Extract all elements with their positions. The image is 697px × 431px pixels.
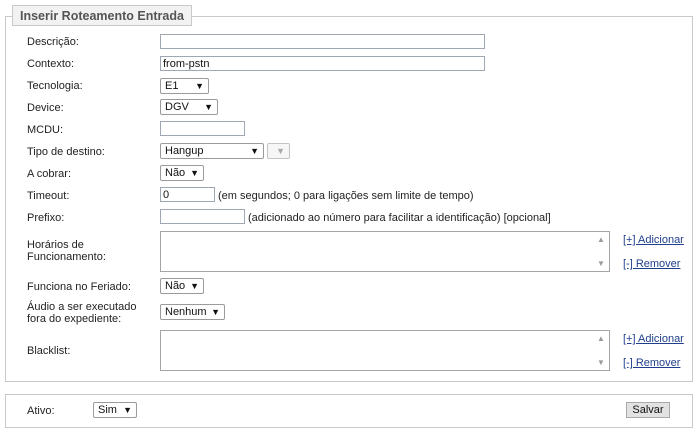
chevron-down-icon: ▼ [190, 281, 199, 291]
contexto-input[interactable] [160, 56, 485, 71]
chevron-down-icon: ▼ [204, 102, 213, 112]
scroll-up-icon[interactable]: ▲ [597, 334, 605, 343]
chevron-down-icon: ▼ [195, 81, 204, 91]
scroll-down-icon[interactable]: ▼ [597, 358, 605, 367]
form-title: Inserir Roteamento Entrada [12, 5, 192, 26]
scroll-up-icon[interactable]: ▲ [597, 235, 605, 244]
blacklist-add-link[interactable]: [+] Adicionar [623, 333, 684, 345]
horarios-add-link[interactable]: [+] Adicionar [623, 234, 684, 246]
device-value: DGV [165, 101, 189, 113]
ativo-value: Sim [98, 404, 117, 416]
blacklist-label: Blacklist: [27, 345, 71, 357]
tecnologia-label: Tecnologia: [27, 80, 83, 92]
device-label: Device: [27, 102, 64, 114]
chevron-down-icon: ▼ [190, 168, 199, 178]
horarios-scrollbar[interactable]: ▲ ▼ [593, 232, 609, 271]
a-cobrar-label: A cobrar: [27, 168, 72, 180]
audio-label-line1: Áudio a ser executado [27, 301, 137, 313]
chevron-down-icon: ▼ [211, 307, 220, 317]
audio-value: Nenhum [165, 306, 207, 318]
horarios-list[interactable]: ▲ ▼ [160, 231, 610, 272]
blacklist-scrollbar[interactable]: ▲ ▼ [593, 331, 609, 370]
chevron-down-icon: ▼ [123, 405, 132, 415]
audio-label-line2: fora do expediente: [27, 313, 122, 325]
ativo-label: Ativo: [27, 405, 55, 417]
a-cobrar-value: Não [165, 167, 186, 179]
a-cobrar-select[interactable]: Não ▼ [160, 165, 204, 181]
ativo-select[interactable]: Sim ▼ [93, 402, 137, 418]
horarios-remove-link[interactable]: [-] Remover [623, 258, 680, 270]
mcdu-input[interactable] [160, 121, 245, 136]
horarios-label-line2: Funcionamento: [27, 251, 106, 263]
prefixo-input[interactable] [160, 209, 245, 224]
chevron-down-icon: ▼ [250, 146, 259, 156]
save-button[interactable]: Salvar [626, 402, 670, 418]
tipo-destino-label: Tipo de destino: [27, 146, 105, 158]
scroll-down-icon[interactable]: ▼ [597, 259, 605, 268]
tipo-destino-select[interactable]: Hangup ▼ [160, 143, 264, 159]
audio-select[interactable]: Nenhum ▼ [160, 304, 225, 320]
blacklist-list[interactable]: ▲ ▼ [160, 330, 610, 371]
contexto-label: Contexto: [27, 58, 75, 70]
timeout-label: Timeout: [27, 190, 70, 202]
device-select[interactable]: DGV ▼ [160, 99, 218, 115]
feriado-value: Não [165, 280, 186, 292]
descricao-label: Descrição: [27, 36, 79, 48]
chevron-down-icon: ▼ [276, 146, 285, 156]
prefixo-hint: (adicionado ao número para facilitar a i… [248, 212, 551, 224]
destino-secondary-select[interactable]: ▼ [267, 143, 290, 159]
feriado-select[interactable]: Não ▼ [160, 278, 204, 294]
timeout-hint: (em segundos; 0 para ligações sem limite… [218, 190, 474, 202]
feriado-label: Funciona no Feriado: [27, 281, 131, 293]
horarios-label-line1: Horários de [27, 239, 84, 251]
descricao-input[interactable] [160, 34, 485, 49]
tecnologia-value: E1 [165, 80, 179, 92]
mcdu-label: MCDU: [27, 124, 64, 136]
tipo-destino-value: Hangup [165, 145, 204, 157]
prefixo-label: Prefixo: [27, 212, 65, 224]
timeout-input[interactable] [160, 187, 215, 202]
blacklist-remove-link[interactable]: [-] Remover [623, 357, 680, 369]
tecnologia-select[interactable]: E1 ▼ [160, 78, 209, 94]
